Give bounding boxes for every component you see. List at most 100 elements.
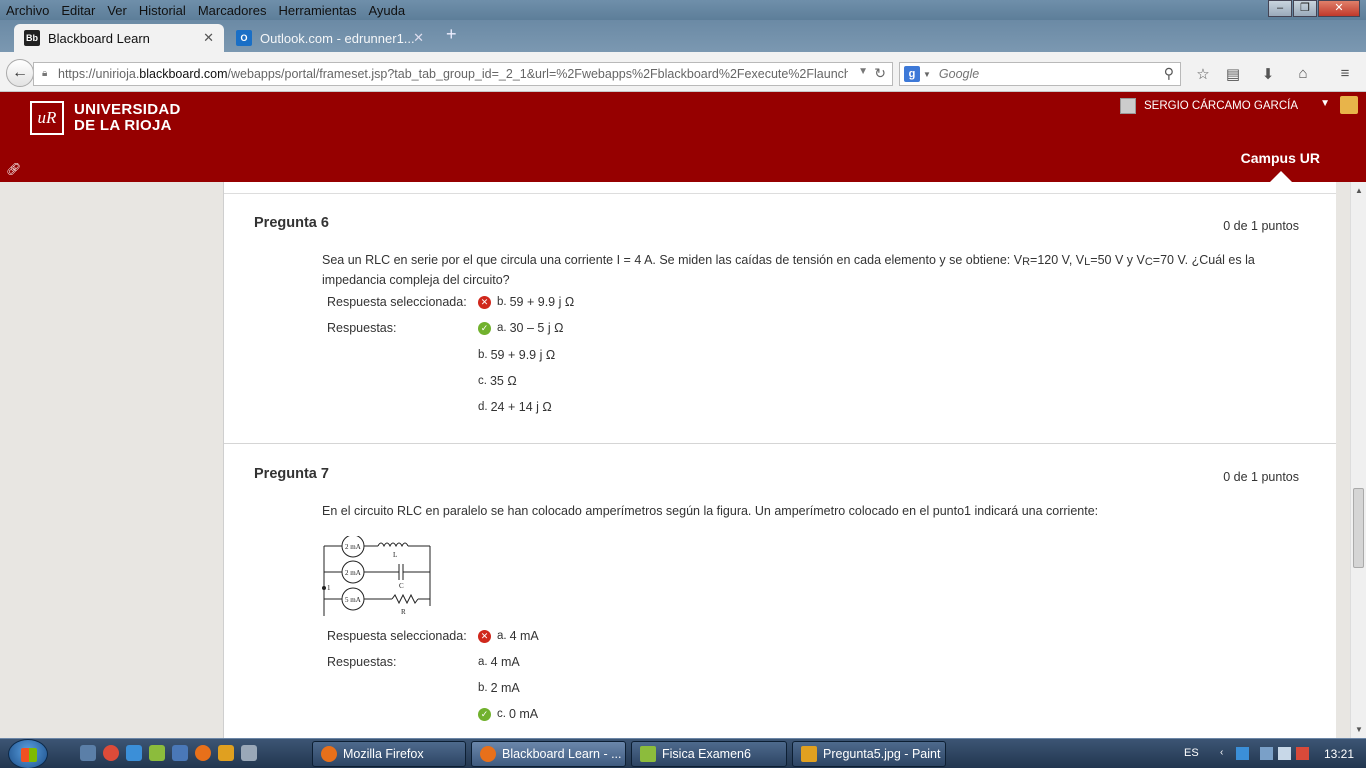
taskbar-firefox[interactable]: Mozilla Firefox — [312, 741, 466, 767]
taskbar-paint[interactable]: Pregunta5.jpg - Paint — [792, 741, 946, 767]
bookmarks-list-icon[interactable]: ▤ — [1223, 65, 1243, 83]
quick-links-icon[interactable]: 🔗︎ — [6, 162, 21, 176]
new-tab-icon[interactable]: + — [446, 24, 457, 45]
scroll-down-icon[interactable]: ▼ — [1355, 725, 1363, 734]
question-title: Pregunta 6 — [254, 215, 329, 231]
question-title: Pregunta 7 — [254, 466, 329, 482]
active-tab-indicator — [1270, 171, 1292, 182]
menu-hamburger-icon[interactable]: ≡ — [1335, 65, 1355, 83]
url-text: https://unirioja.blackboard.com/webapps/… — [58, 67, 848, 81]
firefox-icon — [480, 746, 496, 762]
search-icon[interactable]: ⚲ — [1164, 65, 1174, 82]
menu-ayuda[interactable]: Ayuda — [368, 3, 405, 18]
menu-ver[interactable]: Ver — [107, 3, 127, 18]
volume-icon[interactable] — [1278, 747, 1291, 760]
menu-archivo[interactable]: Archivo — [6, 3, 49, 18]
user-menu[interactable]: SERGIO CÁRCAMO GARCÍA ▼ — [1120, 96, 1330, 116]
selected-answer: ✕ b. 59 + 9.9 j Ω — [478, 295, 574, 309]
desktop-icon[interactable] — [172, 745, 188, 761]
firefox-icon[interactable] — [195, 745, 211, 761]
menu-herramientas[interactable]: Herramientas — [278, 3, 356, 18]
minimize-button[interactable]: – — [1268, 0, 1292, 17]
close-tab-icon[interactable]: ✕ — [203, 30, 214, 46]
search-box: g ▼ ⚲ — [899, 62, 1181, 86]
incorrect-icon: ✕ — [478, 629, 491, 643]
tab-blackboard[interactable]: Bb Blackboard Learn ✕ — [14, 24, 224, 52]
ammeter-label: 2 mA — [345, 543, 361, 551]
question-text: Sea un RLC en serie por el que circula u… — [322, 253, 1255, 287]
history-dropdown-icon[interactable]: ▼ — [858, 66, 868, 77]
close-window-button[interactable]: ✕ — [1318, 0, 1360, 17]
answers-label: Respuestas: — [327, 655, 397, 669]
search-input[interactable] — [938, 67, 1159, 81]
close-tab-icon[interactable]: ✕ — [413, 30, 424, 46]
back-button[interactable]: ← — [6, 59, 34, 87]
logo-line-1: UNIVERSIDAD — [74, 101, 181, 118]
explorer-icon[interactable] — [80, 745, 96, 761]
answer-option: a. 4 mA — [478, 655, 520, 669]
question-points: 0 de 1 puntos — [1223, 219, 1299, 233]
start-button[interactable] — [8, 739, 48, 768]
scroll-up-icon[interactable]: ▲ — [1355, 186, 1363, 195]
inductor-label: L — [393, 551, 397, 559]
page-scrollbar[interactable]: ▲ ▼ — [1350, 182, 1366, 738]
internet-explorer-icon[interactable] — [126, 745, 142, 761]
scrollbar-thumb[interactable] — [1353, 488, 1364, 568]
google-icon[interactable]: g — [904, 66, 920, 82]
correct-icon: ✓ — [478, 321, 491, 335]
taskbar-fisica[interactable]: Fisica Examen6 — [631, 741, 787, 767]
chrome-icon[interactable] — [103, 745, 119, 761]
reload-icon[interactable]: ↻ — [874, 65, 886, 82]
app-icon[interactable] — [149, 745, 165, 761]
blackboard-favicon-icon: Bb — [24, 30, 40, 46]
firefox-icon — [321, 746, 337, 762]
tab-label: Outlook.com - edrunner1... — [260, 30, 415, 46]
chevron-down-icon: ▼ — [1320, 98, 1330, 109]
answer-option: c. 35 Ω — [478, 374, 517, 388]
answer-option: ✓ c. 0 mA — [478, 707, 538, 721]
tab-campus-ur[interactable]: Campus UR — [1241, 150, 1320, 166]
downloads-icon[interactable]: ⬇ — [1258, 65, 1278, 83]
menu-bar: Archivo Editar Ver Historial Marcadores … — [0, 0, 1366, 20]
window-controls: – ❐ ✕ — [1267, 0, 1360, 18]
site-header: uR UNIVERSIDAD DE LA RIOJA SERGIO CÁRCAM… — [0, 92, 1366, 182]
right-gutter — [1336, 182, 1350, 738]
action-center-icon[interactable] — [1296, 747, 1309, 760]
media-player-icon[interactable] — [218, 745, 234, 761]
answer-option: d. 24 + 14 j Ω — [478, 400, 552, 414]
ammeter-label: 5 mA — [345, 596, 361, 604]
bookmark-star-icon[interactable]: ☆ — [1193, 65, 1213, 83]
ur-logo-icon: uR — [30, 101, 64, 135]
tab-outlook[interactable]: O Outlook.com - edrunner1... ✕ — [226, 24, 434, 52]
maximize-button[interactable]: ❐ — [1293, 0, 1317, 17]
app-icon[interactable] — [241, 745, 257, 761]
outlook-favicon-icon: O — [236, 30, 252, 46]
correct-icon: ✓ — [478, 707, 491, 721]
question-divider — [224, 443, 1336, 444]
user-name: SERGIO CÁRCAMO GARCÍA — [1144, 100, 1298, 112]
selected-answer-label: Respuesta seleccionada: — [327, 295, 467, 309]
search-engine-dropdown-icon[interactable]: ▼ — [923, 70, 931, 79]
ammeter-label: 2 mA — [345, 569, 361, 577]
menu-historial[interactable]: Historial — [139, 3, 186, 18]
network-icon[interactable] — [1260, 747, 1273, 760]
navigation-bar: ← 🔒︎ https://unirioja.blackboard.com/web… — [0, 52, 1366, 92]
dropbox-icon[interactable] — [1236, 747, 1249, 760]
quick-launch — [80, 745, 264, 761]
taskbar-blackboard[interactable]: Blackboard Learn - ... — [471, 741, 626, 767]
answer-option: b. 2 mA — [478, 681, 520, 695]
menu-editar[interactable]: Editar — [61, 3, 95, 18]
clock[interactable]: 13:21 — [1324, 747, 1354, 761]
paint-icon — [801, 746, 817, 762]
answer-option: b. 59 + 9.9 j Ω — [478, 348, 556, 362]
address-bar[interactable]: 🔒︎ https://unirioja.blackboard.com/webap… — [33, 62, 893, 86]
language-indicator[interactable]: ES — [1184, 747, 1199, 759]
university-logo[interactable]: uR UNIVERSIDAD DE LA RIOJA — [30, 101, 181, 135]
show-hidden-icons-icon[interactable]: ‹ — [1220, 747, 1233, 760]
capacitor-label: C — [399, 582, 404, 590]
document-icon — [640, 746, 656, 762]
incorrect-icon: ✕ — [478, 295, 491, 309]
home-icon[interactable]: ⌂ — [1293, 65, 1313, 83]
menu-marcadores[interactable]: Marcadores — [198, 3, 267, 18]
logout-icon[interactable] — [1340, 96, 1358, 114]
